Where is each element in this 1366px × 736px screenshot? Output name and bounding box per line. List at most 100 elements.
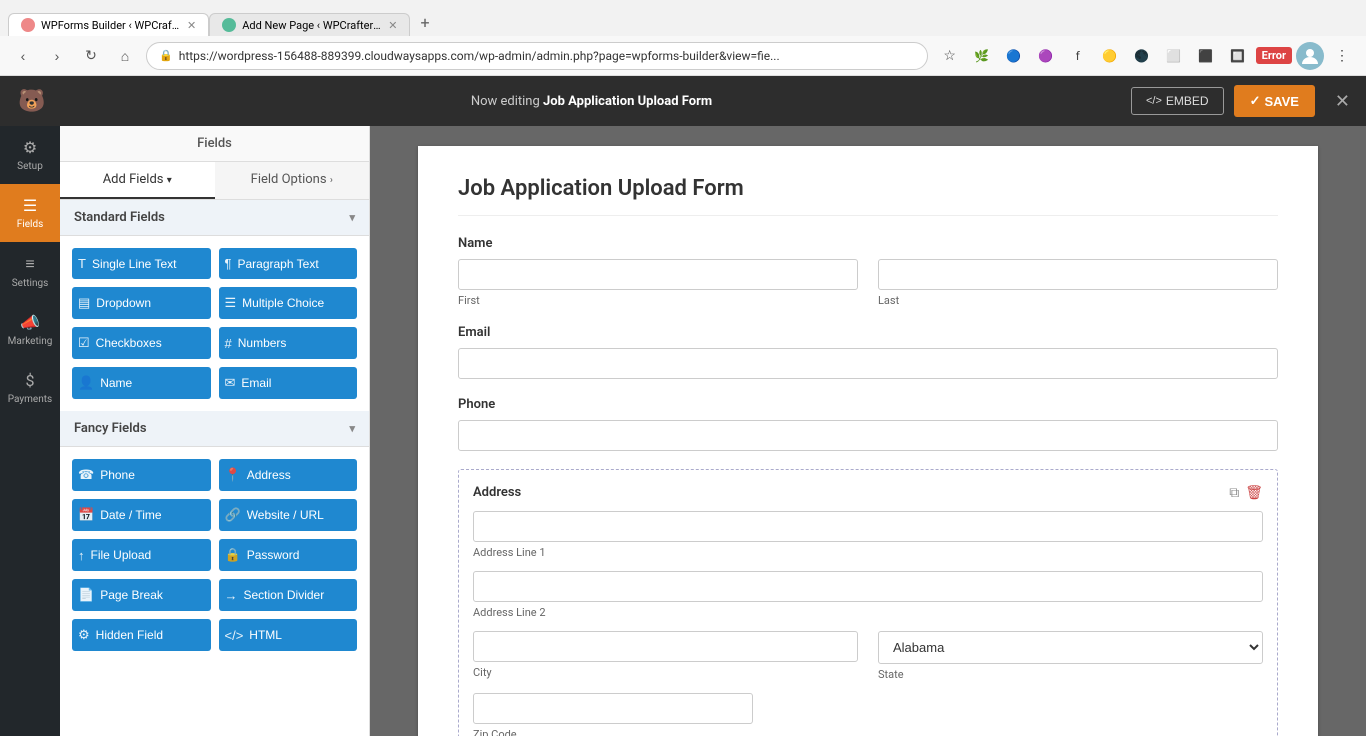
home-button[interactable]: ⌂ bbox=[112, 43, 138, 69]
field-btn-section-divider[interactable]: → Section Divider bbox=[219, 579, 358, 611]
form-title: Job Application Upload Form bbox=[458, 176, 1278, 216]
ext2-icon[interactable]: 🔵 bbox=[1000, 42, 1028, 70]
tab-wpforms[interactable]: WPForms Builder ‹ WPCrafter — ✕ bbox=[8, 13, 209, 36]
address-zip-group: Zip Code bbox=[473, 693, 1263, 736]
bookmarks-icon[interactable]: ☆ bbox=[936, 42, 964, 70]
address-icon: 📍 bbox=[225, 467, 241, 483]
address-delete-button[interactable]: 🗑 bbox=[1245, 484, 1263, 501]
field-btn-paragraph-text[interactable]: ¶ Paragraph Text bbox=[219, 248, 358, 279]
email-icon: ✉ bbox=[225, 375, 236, 391]
close-button[interactable]: ✕ bbox=[1331, 87, 1354, 116]
field-btn-date-time[interactable]: 📅 Date / Time bbox=[72, 499, 211, 531]
sidebar-item-payments[interactable]: $ Payments bbox=[0, 359, 60, 417]
left-panel: Fields Add Fields ▾ Field Options › Stan… bbox=[60, 126, 370, 736]
field-btn-hidden-field[interactable]: ⚙ Hidden Field bbox=[72, 619, 211, 651]
address-line1-group: Address Line 1 bbox=[473, 511, 1263, 559]
forward-button[interactable]: › bbox=[44, 43, 70, 69]
reload-button[interactable]: ↻ bbox=[78, 43, 104, 69]
menu-button[interactable]: ⋮ bbox=[1328, 42, 1356, 70]
payments-icon: $ bbox=[26, 371, 35, 390]
address-copy-button[interactable]: ⧉ bbox=[1229, 484, 1239, 501]
address-city-col: City bbox=[473, 631, 858, 681]
sidebar-item-settings[interactable]: ≡ Settings bbox=[0, 242, 60, 301]
standard-fields-header[interactable]: Standard Fields ▾ bbox=[60, 200, 369, 236]
profile-button[interactable] bbox=[1296, 42, 1324, 70]
website-url-icon: 🔗 bbox=[225, 507, 241, 523]
standard-fields-chevron: ▾ bbox=[349, 211, 355, 224]
field-btn-file-upload[interactable]: ↑ File Upload bbox=[72, 539, 211, 571]
field-btn-dropdown[interactable]: ▤ Dropdown bbox=[72, 287, 211, 319]
tab-close-wpforms[interactable]: ✕ bbox=[187, 19, 196, 32]
tab-close-addpage[interactable]: ✕ bbox=[388, 19, 397, 32]
tab-field-options[interactable]: Field Options › bbox=[215, 162, 370, 199]
field-btn-multiple-choice[interactable]: ☰ Multiple Choice bbox=[219, 287, 358, 319]
field-btn-html[interactable]: </> HTML bbox=[219, 619, 358, 651]
name-last-col: Last bbox=[878, 259, 1278, 307]
field-btn-email[interactable]: ✉ Email bbox=[219, 367, 358, 399]
sidebar-item-setup[interactable]: ⚙ Setup bbox=[0, 126, 60, 184]
name-last-input[interactable] bbox=[878, 259, 1278, 290]
browser-toolbar-icons: ☆ 🌿 🔵 🟣 f 🟡 🌑 ⬜ ⬛ 🔲 Error ⋮ bbox=[936, 42, 1356, 70]
field-btn-page-break[interactable]: 📄 Page Break bbox=[72, 579, 211, 611]
ext3-icon[interactable]: 🟣 bbox=[1032, 42, 1060, 70]
screenshot-icon[interactable]: ⬛ bbox=[1192, 42, 1220, 70]
email-field-label: Email bbox=[458, 325, 1278, 340]
page-break-icon: 📄 bbox=[78, 587, 94, 603]
browser-nav: ‹ › ↻ ⌂ 🔒 https://wordpress-156488-88939… bbox=[0, 36, 1366, 76]
address-city-input[interactable] bbox=[473, 631, 858, 662]
tab-favicon-addpage bbox=[222, 18, 236, 32]
back-button[interactable]: ‹ bbox=[10, 43, 36, 69]
name-first-col: First bbox=[458, 259, 858, 307]
name-first-input[interactable] bbox=[458, 259, 858, 290]
embed-button[interactable]: </> EMBED bbox=[1131, 87, 1224, 115]
field-btn-password[interactable]: 🔒 Password bbox=[219, 539, 358, 571]
address-line1-input[interactable] bbox=[473, 511, 1263, 542]
ext5-icon[interactable]: 🟡 bbox=[1096, 42, 1124, 70]
phone-icon: ☎ bbox=[78, 467, 94, 483]
field-btn-numbers[interactable]: # Numbers bbox=[219, 327, 358, 359]
zoom-icon[interactable]: 🔲 bbox=[1224, 42, 1252, 70]
field-btn-address[interactable]: 📍 Address bbox=[219, 459, 358, 491]
numbers-icon: # bbox=[225, 336, 232, 351]
editing-label: Now editing Job Application Upload Form bbox=[62, 94, 1121, 109]
address-line2-input[interactable] bbox=[473, 571, 1263, 602]
panel-header: Fields bbox=[60, 126, 369, 162]
fields-icon: ☰ bbox=[23, 196, 37, 215]
extensions-icon[interactable]: 🌿 bbox=[968, 42, 996, 70]
dropdown-icon: ▤ bbox=[78, 295, 90, 311]
address-bar[interactable]: 🔒 https://wordpress-156488-889399.cloudw… bbox=[146, 42, 928, 70]
save-button[interactable]: ✓ SAVE bbox=[1234, 85, 1315, 117]
tab-addpage[interactable]: Add New Page ‹ WPCrafter — W ✕ bbox=[209, 13, 410, 36]
form-canvas: Job Application Upload Form Name First L… bbox=[418, 146, 1318, 736]
form-field-name: Name First Last bbox=[458, 236, 1278, 307]
sidebar-item-fields[interactable]: ☰ Fields bbox=[0, 184, 60, 242]
ext4-icon[interactable]: f bbox=[1064, 42, 1092, 70]
form-name-label: Job Application Upload Form bbox=[543, 94, 712, 109]
sidebar: ⚙ Setup ☰ Fields ≡ Settings 📣 Marketing … bbox=[0, 126, 60, 736]
field-options-arrow: › bbox=[330, 175, 333, 186]
new-tab-button[interactable]: + bbox=[410, 9, 439, 36]
field-btn-phone[interactable]: ☎ Phone bbox=[72, 459, 211, 491]
fancy-fields-header[interactable]: Fancy Fields ▾ bbox=[60, 411, 369, 447]
sidebar-item-marketing[interactable]: 📣 Marketing bbox=[0, 301, 60, 359]
ext7-icon[interactable]: ⬜ bbox=[1160, 42, 1188, 70]
address-actions: ⧉ 🗑 bbox=[1229, 484, 1263, 501]
app-layout: ⚙ Setup ☰ Fields ≡ Settings 📣 Marketing … bbox=[0, 126, 1366, 736]
address-zip-input[interactable] bbox=[473, 693, 753, 724]
field-btn-website-url[interactable]: 🔗 Website / URL bbox=[219, 499, 358, 531]
address-text: https://wordpress-156488-889399.cloudway… bbox=[179, 49, 915, 63]
ext6-icon[interactable]: 🌑 bbox=[1128, 42, 1156, 70]
email-input[interactable] bbox=[458, 348, 1278, 379]
address-state-label: State bbox=[878, 668, 1263, 681]
tab-add-fields[interactable]: Add Fields ▾ bbox=[60, 162, 215, 199]
paragraph-text-icon: ¶ bbox=[225, 256, 232, 271]
field-btn-name[interactable]: 👤 Name bbox=[72, 367, 211, 399]
tab-favicon-wpforms bbox=[21, 18, 35, 32]
section-divider-icon: → bbox=[225, 588, 238, 603]
address-field-label: Address bbox=[473, 485, 521, 500]
address-state-select[interactable]: Alabama bbox=[878, 631, 1263, 664]
field-btn-single-line-text[interactable]: T Single Line Text bbox=[72, 248, 211, 279]
tab-title-wpforms: WPForms Builder ‹ WPCrafter — bbox=[41, 19, 181, 32]
field-btn-checkboxes[interactable]: ☑ Checkboxes bbox=[72, 327, 211, 359]
phone-input[interactable] bbox=[458, 420, 1278, 451]
